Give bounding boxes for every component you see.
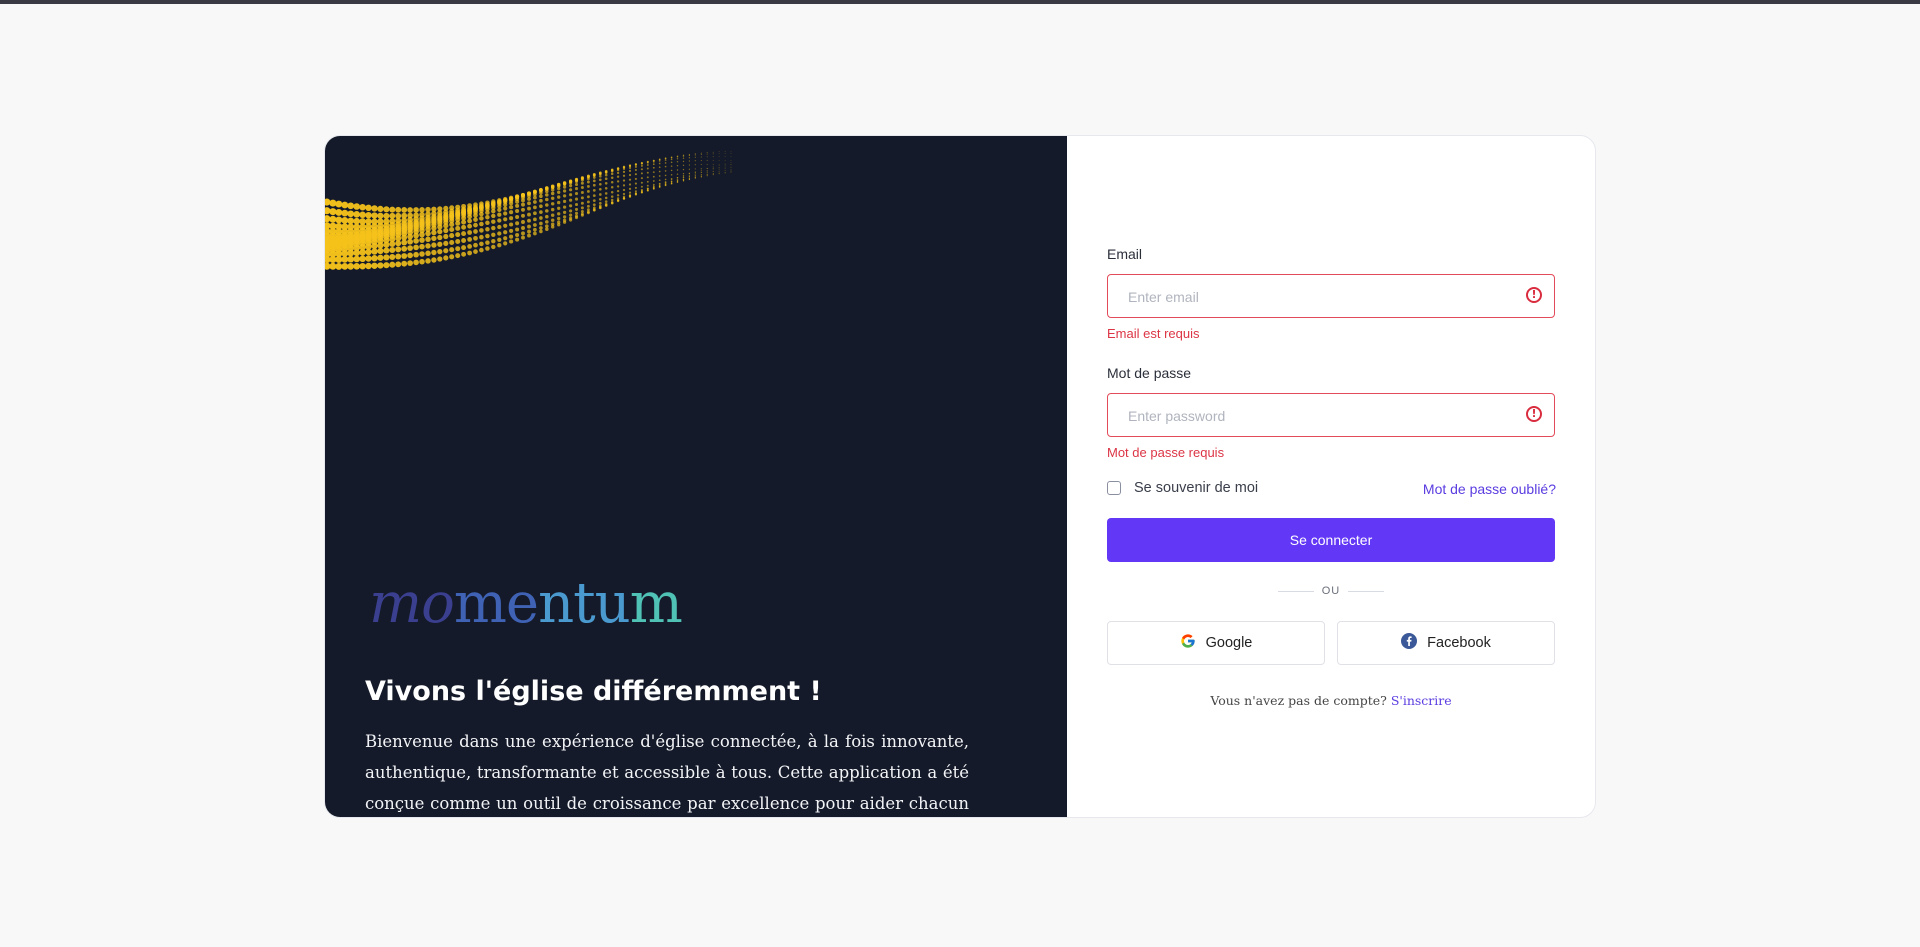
facebook-login-button[interactable]: Facebook (1337, 621, 1555, 665)
exclamation-circle-icon: ! (1526, 406, 1542, 422)
facebook-icon (1401, 633, 1418, 653)
forgot-password-link[interactable]: Mot de passe oublié? (1423, 481, 1556, 497)
password-label: Mot de passe (1107, 365, 1192, 381)
signup-prompt-text: Vous n'avez pas de compte? (1210, 693, 1387, 708)
email-field-wrapper: ! (1107, 274, 1555, 319)
password-error: Mot de passe requis (1107, 445, 1225, 460)
exclamation-circle-icon: ! (1526, 287, 1542, 303)
or-divider: OU (1107, 585, 1555, 597)
divider-line (1277, 590, 1314, 592)
dotted-wave-graphic (325, 150, 732, 270)
password-field-wrapper: ! (1107, 393, 1555, 438)
remember-me-label[interactable]: Se souvenir de moi (1134, 480, 1258, 496)
login-form: Email ! Email est requis Mot de passe ! … (1067, 136, 1595, 817)
email-field[interactable] (1126, 275, 1510, 319)
password-field[interactable] (1126, 394, 1510, 438)
browser-top-bar (0, 0, 1920, 4)
facebook-label: Facebook (1427, 635, 1491, 651)
remember-me: Se souvenir de moi (1107, 480, 1258, 496)
google-label: Google (1205, 635, 1253, 651)
divider-label: OU (1321, 585, 1341, 597)
hero-headline: Vivons l'église différemment ! (365, 676, 822, 707)
google-login-button[interactable]: Google (1107, 621, 1325, 665)
login-button[interactable]: Se connecter (1107, 518, 1555, 562)
hero-panel: momentum Vivons l'église différemment ! … (325, 136, 1067, 817)
signup-link[interactable]: S'inscrire (1391, 693, 1452, 708)
remember-me-checkbox[interactable] (1107, 481, 1121, 495)
momentum-logo: momentum (369, 571, 683, 636)
login-card: momentum Vivons l'église différemment ! … (324, 135, 1596, 818)
signup-prompt: Vous n'avez pas de compte? S'inscrire (1107, 693, 1555, 708)
hero-description: Bienvenue dans une expérience d'église c… (365, 732, 969, 813)
email-label: Email (1107, 246, 1143, 262)
divider-line (1348, 590, 1385, 592)
google-icon (1180, 633, 1196, 653)
email-error: Email est requis (1107, 326, 1200, 341)
